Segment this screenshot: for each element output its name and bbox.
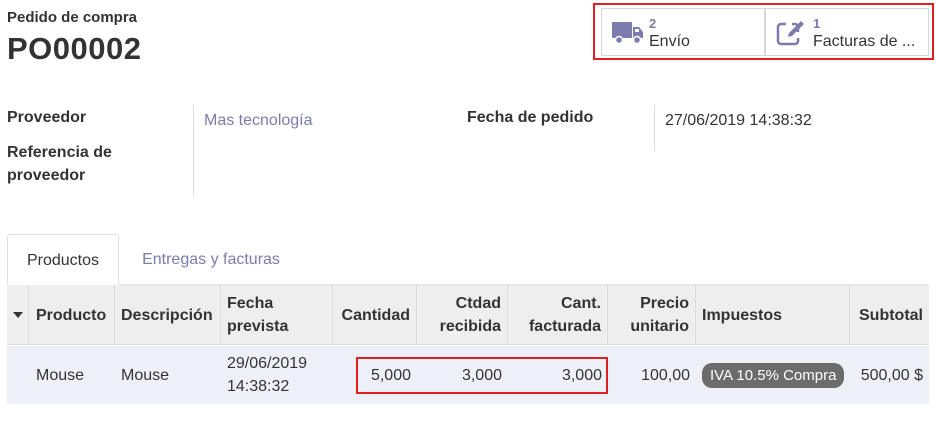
column-price-unit-label: Precio unitario [630,295,689,335]
column-description[interactable]: Descripción [115,285,221,345]
cell-taxes: IVA 10.5% Compra [696,346,850,404]
column-qty-received-label: Ctdad recibida [439,295,501,335]
field-divider [193,105,194,197]
field-divider [654,105,655,150]
document-type-label: Pedido de compra [7,9,138,26]
truck-icon [612,22,643,45]
column-qty-received[interactable]: Ctdad recibida [417,285,508,345]
vendor-link[interactable]: Mas tecnología [204,112,313,130]
vendor-bills-smart-button[interactable]: 1 Facturas de ... [765,8,929,56]
cell-price-unit: 100,00 [641,366,690,384]
column-qty-invoiced[interactable]: Cant. facturada [508,285,608,345]
cell-subtotal: 500,00 $ [860,366,923,384]
table-row[interactable]: Mouse Mouse 29/06/2019 14:38:32 5,000 3,0… [7,346,929,404]
tax-badge: IVA 10.5% Compra [702,362,845,388]
smart-buttons-highlight: 2 Envío 1 Facturas de ... [593,3,934,60]
edit-icon [776,21,804,46]
column-date-planned-label: Fecha prevista [227,295,289,335]
sort-caret-icon[interactable] [7,285,29,345]
page-title: PO00002 [7,31,142,66]
vendor-bills-label: Facturas de ... [813,33,916,50]
shipping-smart-button[interactable]: 2 Envío [601,8,765,56]
column-date-planned[interactable]: Fecha prevista [221,285,333,345]
vendor-reference-label-line2: proveedor [7,167,86,184]
cell-product: Mouse [36,366,85,384]
column-taxes-label: Impuestos [702,306,783,324]
shipping-count: 2 [649,16,657,31]
column-subtotal[interactable]: Subtotal [850,285,929,345]
table-header: Producto Descripción Fecha prevista Canti… [7,285,929,345]
column-product-label: Producto [36,306,107,324]
vendor-reference-label-line1: Referencia de [7,144,112,161]
tab-products[interactable]: Productos [7,234,119,285]
shipping-label: Envío [649,33,690,50]
column-subtotal-label: Subtotal [859,306,923,324]
column-price-unit[interactable]: Precio unitario [608,285,696,345]
column-quantity-label: Cantidad [341,306,410,324]
column-qty-invoiced-label: Cant. facturada [528,295,601,335]
column-quantity[interactable]: Cantidad [333,285,417,345]
cell-date-planned: 29/06/2019 14:38:32 [227,355,308,395]
column-taxes[interactable]: Impuestos [696,285,850,345]
order-date-value: 27/06/2019 14:38:32 [665,112,812,129]
column-product[interactable]: Producto [30,285,115,345]
cell-qty-invoiced: 3,000 [561,366,602,384]
column-description-label: Descripción [121,306,213,324]
tab-deliveries-invoices[interactable]: Entregas y facturas [130,234,292,285]
order-date-label: Fecha de pedido [467,109,594,126]
vendor-bills-count: 1 [813,16,821,31]
cell-description: Mouse [121,366,170,384]
vendor-label: Proveedor [7,109,87,126]
cell-quantity: 5,000 [370,366,411,384]
cell-qty-received: 3,000 [461,366,502,384]
